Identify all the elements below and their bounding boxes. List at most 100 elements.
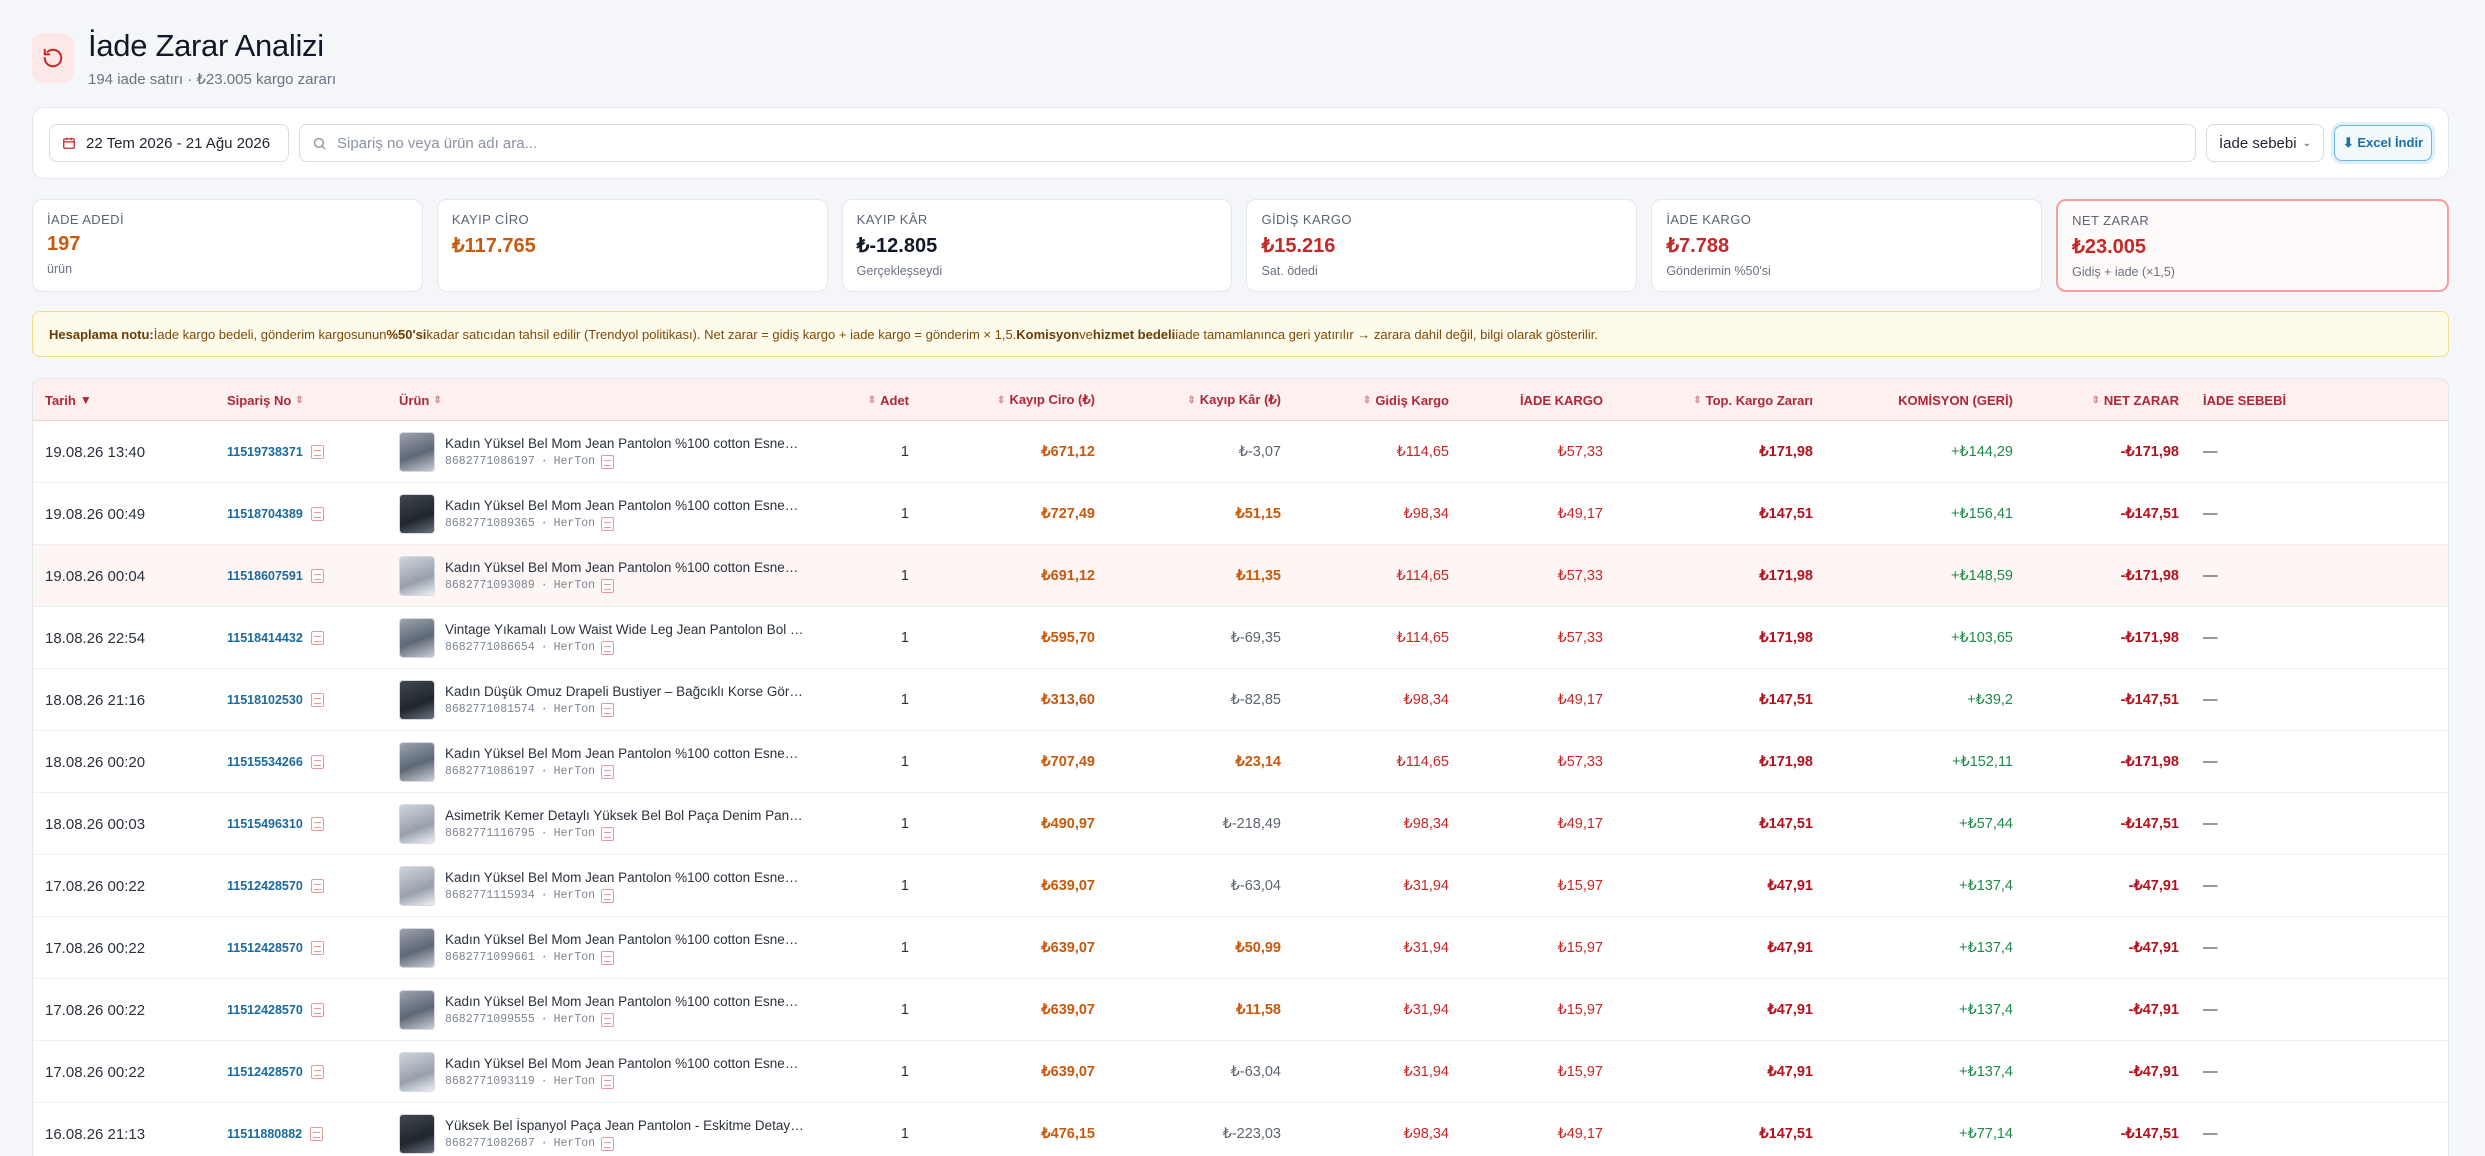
table-row[interactable]: 18.08.26 00:20 11515534266 Kadın Yüksel Be… [33, 731, 2448, 793]
col-lost-profit[interactable]: ⇕ Kayıp Kâr (₺) [1113, 379, 1281, 421]
document-icon[interactable] [310, 755, 324, 769]
document-icon[interactable] [310, 817, 324, 831]
row-qty: 1 [900, 1002, 909, 1018]
product-name[interactable]: Kadın Yüksel Bel Mom Jean Pantolon %100 … [445, 436, 805, 451]
document-icon[interactable] [601, 516, 615, 531]
order-link[interactable]: 11511880882 [227, 1127, 302, 1141]
col-label: Tarih [45, 392, 76, 408]
excel-download-button[interactable]: ⬇ Excel İndir [2334, 125, 2432, 161]
col-outbound-cargo[interactable]: ⇕ Gidiş Kargo [1301, 379, 1449, 421]
order-cell: 11518102530 [227, 669, 387, 731]
product-barcode: 8682771099661 [445, 951, 535, 964]
card-return-count: İADE ADEDİ 197 ürün [32, 199, 423, 292]
row-lost-profit: ₺23,14 [1235, 754, 1281, 770]
table-row[interactable]: 18.08.26 00:03 11515496310 Asimetrik Kemer… [33, 793, 2448, 855]
product-name[interactable]: Kadın Yüksel Bel Mom Jean Pantolon %100 … [445, 498, 805, 513]
col-product[interactable]: Ürün ⇕ [399, 379, 519, 421]
product-name[interactable]: Asimetrik Kemer Detaylı Yüksek Bel Bol P… [445, 808, 805, 823]
order-link[interactable]: 11515496310 [227, 817, 303, 831]
document-icon[interactable] [601, 454, 615, 469]
row-return-cargo: ₺15,97 [1557, 1064, 1603, 1080]
product-name[interactable]: Kadın Yüksel Bel Mom Jean Pantolon %100 … [445, 560, 805, 575]
order-link[interactable]: 11518607591 [227, 569, 303, 583]
table-row[interactable]: 16.08.26 21:13 11511880882 Yüksek Bel İspa… [33, 1103, 2448, 1156]
col-lost-revenue[interactable]: ⇕ Kayıp Ciro (₺) [933, 379, 1095, 421]
document-icon[interactable] [310, 569, 324, 583]
product-thumbnail[interactable] [399, 804, 435, 844]
document-icon[interactable] [601, 950, 615, 965]
document-icon[interactable] [601, 1136, 615, 1151]
col-qty[interactable]: ⇕ Adet [813, 379, 909, 421]
product-thumbnail[interactable] [399, 556, 435, 596]
search-box[interactable] [299, 124, 2196, 162]
row-lost-profit: ₺-63,04 [1230, 1064, 1281, 1080]
product-thumbnail[interactable] [399, 494, 435, 534]
document-icon[interactable] [601, 702, 615, 717]
order-link[interactable]: 11512428570 [227, 1065, 303, 1079]
document-icon[interactable] [310, 1127, 324, 1141]
table-row[interactable]: 17.08.26 00:22 11512428570 Kadın Yüksel Be… [33, 855, 2448, 917]
table-row[interactable]: 18.08.26 21:16 11518102530 Kadın Düşük Omu… [33, 669, 2448, 731]
product-thumbnail[interactable] [399, 990, 435, 1030]
document-icon[interactable] [310, 1003, 324, 1017]
order-link[interactable]: 11515534266 [227, 755, 303, 769]
document-icon[interactable] [310, 1065, 324, 1079]
product-thumbnail[interactable] [399, 742, 435, 782]
search-input[interactable] [337, 134, 2183, 152]
document-icon[interactable] [601, 578, 615, 593]
order-link[interactable]: 11518704389 [227, 507, 303, 521]
returns-table: Tarih ▼ Sipariş No ⇕ Ürün ⇕ ⇕ Adet ⇕ Kayıp Ci… [32, 378, 2449, 1156]
order-link[interactable]: 11518414432 [227, 631, 303, 645]
product-name[interactable]: Kadın Düşük Omuz Drapeli Bustiyer – Bağc… [445, 684, 805, 699]
col-label: Ürün [399, 392, 430, 408]
document-icon[interactable] [310, 631, 324, 645]
product-thumbnail[interactable] [399, 866, 435, 906]
product-thumbnail[interactable] [399, 432, 435, 472]
product-name[interactable]: Vintage Yıkamalı Low Waist Wide Leg Jean… [445, 622, 805, 637]
product-name[interactable]: Kadın Yüksel Bel Mom Jean Pantolon %100 … [445, 746, 805, 761]
document-icon[interactable] [601, 1012, 615, 1027]
table-row[interactable]: 19.08.26 00:04 11518607591 Kadın Yüksel Be… [33, 545, 2448, 607]
col-date[interactable]: Tarih ▼ [45, 379, 145, 421]
product-thumbnail[interactable] [399, 1052, 435, 1092]
product-name[interactable]: Yüksek Bel İspanyol Paça Jean Pantolon -… [445, 1118, 805, 1133]
table-row[interactable]: 18.08.26 22:54 11518414432 Vintage Yıkamal… [33, 607, 2448, 669]
order-link[interactable]: 11519738371 [227, 445, 303, 459]
document-icon[interactable] [310, 507, 324, 521]
order-link[interactable]: 11512428570 [227, 879, 303, 893]
document-icon[interactable] [310, 693, 324, 707]
table-row[interactable]: 17.08.26 00:22 11512428570 Kadın Yüksel Be… [33, 1041, 2448, 1103]
product-name[interactable]: Kadın Yüksel Bel Mom Jean Pantolon %100 … [445, 932, 805, 947]
row-reason: — [2203, 754, 2218, 770]
order-cell: 11511880882 [227, 1103, 387, 1156]
order-link[interactable]: 11512428570 [227, 941, 303, 955]
order-link[interactable]: 11512428570 [227, 1003, 303, 1017]
row-outbound-cargo: ₺31,94 [1403, 1064, 1449, 1080]
row-commission: +₺156,41 [1950, 506, 2013, 522]
document-icon[interactable] [310, 879, 324, 893]
document-icon[interactable] [601, 764, 615, 779]
product-thumbnail[interactable] [399, 1114, 435, 1154]
document-icon[interactable] [601, 640, 615, 655]
order-link[interactable]: 11518102530 [227, 693, 303, 707]
product-name[interactable]: Kadın Yüksel Bel Mom Jean Pantolon %100 … [445, 994, 805, 1009]
document-icon[interactable] [601, 888, 615, 903]
product-thumbnail[interactable] [399, 618, 435, 658]
product-name[interactable]: Kadın Yüksel Bel Mom Jean Pantolon %100 … [445, 870, 805, 885]
table-row[interactable]: 19.08.26 00:49 11518704389 Kadın Yüksel Be… [33, 483, 2448, 545]
return-reason-select[interactable]: İade sebebi ⌄ [2206, 124, 2324, 162]
table-row[interactable]: 17.08.26 00:22 11512428570 Kadın Yüksel Be… [33, 917, 2448, 979]
product-name[interactable]: Kadın Yüksel Bel Mom Jean Pantolon %100 … [445, 1056, 805, 1071]
product-thumbnail[interactable] [399, 680, 435, 720]
col-total-cargo[interactable]: ⇕ Top. Kargo Zararı [1623, 379, 1813, 421]
document-icon[interactable] [601, 826, 615, 841]
col-net-loss[interactable]: ⇕ NET ZARAR [2033, 379, 2180, 421]
document-icon[interactable] [310, 445, 324, 459]
date-range-picker[interactable]: 22 Tem 2026 - 21 Ağu 2026 [49, 124, 289, 162]
product-thumbnail[interactable] [399, 928, 435, 968]
col-order[interactable]: Sipariş No ⇕ [227, 379, 357, 421]
document-icon[interactable] [310, 941, 324, 955]
table-row[interactable]: 19.08.26 13:40 11519738371 Kadın Yüksel Be… [33, 421, 2448, 483]
table-row[interactable]: 17.08.26 00:22 11512428570 Kadın Yüksel Be… [33, 979, 2448, 1041]
document-icon[interactable] [601, 1074, 615, 1089]
